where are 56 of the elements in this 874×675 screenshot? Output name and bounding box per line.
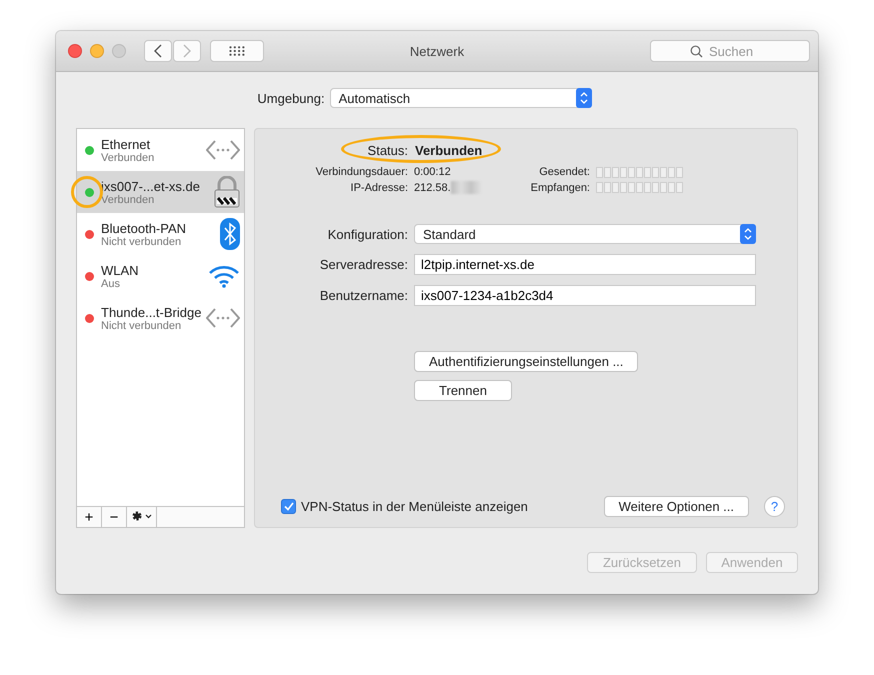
status-label: Status: bbox=[366, 143, 408, 158]
more-options-button[interactable]: Weitere Optionen ... bbox=[604, 496, 749, 517]
service-item[interactable]: ixs007-...et-xs.de Verbunden bbox=[77, 171, 244, 213]
close-button[interactable] bbox=[68, 44, 82, 58]
input-field[interactable]: ixs007-1234-a1b2c3d4 bbox=[414, 285, 756, 306]
ip-label: IP-Adresse: bbox=[350, 182, 408, 194]
ip-value: 212.58. bbox=[414, 182, 451, 194]
service-item[interactable]: WLAN Aus bbox=[77, 255, 244, 297]
checkbox[interactable] bbox=[281, 499, 296, 514]
duration-value: 0:00:12 bbox=[414, 166, 452, 178]
grid-icon bbox=[229, 46, 245, 56]
configuration-select[interactable]: Standard bbox=[414, 224, 756, 244]
service-item[interactable]: Ethernet Verbunden bbox=[77, 129, 244, 171]
field-label: Konfiguration: bbox=[326, 226, 408, 242]
action-button[interactable]: Authentifizierungseinstellungen ... bbox=[414, 351, 638, 372]
service-status: Aus bbox=[101, 278, 121, 290]
checkbox-label: VPN-Status in der Menüleiste anzeigen bbox=[301, 499, 528, 514]
updown-icon bbox=[576, 88, 592, 108]
status-value: Verbunden bbox=[415, 143, 482, 158]
action-button[interactable]: Trennen bbox=[414, 380, 512, 401]
location-select[interactable]: Automatisch bbox=[330, 88, 592, 108]
padlock-icon bbox=[214, 176, 240, 208]
received-label: Empfangen: bbox=[530, 182, 590, 194]
bluetooth-icon bbox=[220, 218, 240, 250]
list-toolbar-button[interactable]: + bbox=[77, 507, 102, 527]
back-button[interactable] bbox=[144, 40, 172, 62]
arrows-icon bbox=[206, 139, 240, 161]
service-item[interactable]: Bluetooth-PAN Nicht verbunden bbox=[77, 213, 244, 255]
service-status: Nicht verbunden bbox=[101, 236, 182, 248]
service-status: Verbunden bbox=[101, 194, 156, 206]
help-button[interactable]: ? bbox=[764, 496, 785, 517]
service-name: Ethernet bbox=[101, 136, 152, 152]
service-item[interactable]: Thunde...t-Bridge Nicht verbunden bbox=[77, 297, 244, 339]
service-status: Verbunden bbox=[101, 152, 156, 164]
duration-label: Verbindungsdauer: bbox=[314, 166, 408, 178]
list-toolbar-button[interactable]: − bbox=[102, 507, 127, 527]
search-icon bbox=[690, 45, 703, 58]
sent-label: Gesendet: bbox=[538, 166, 590, 178]
arrows-icon bbox=[206, 307, 240, 329]
service-name: ixs007-...et-xs.de bbox=[101, 178, 201, 194]
wifi-icon bbox=[208, 264, 240, 288]
search-field[interactable]: Suchen bbox=[650, 40, 810, 62]
service-name: Thunde...t-Bridge bbox=[101, 304, 202, 320]
input-field[interactable]: l2tpip.internet-xs.de bbox=[414, 254, 756, 275]
gear-icon bbox=[130, 510, 152, 522]
window-title: Netzwerk bbox=[410, 44, 464, 58]
service-name: WLAN bbox=[101, 262, 140, 278]
show-all-button[interactable] bbox=[210, 40, 264, 62]
field-label: Serveradresse: bbox=[318, 257, 408, 272]
service-name: Bluetooth-PAN bbox=[101, 220, 188, 236]
service-status: Nicht verbunden bbox=[101, 320, 182, 332]
chevron-right-icon bbox=[183, 44, 191, 58]
location-label: Umgebung: bbox=[257, 90, 325, 106]
chevron-left-icon bbox=[154, 44, 162, 58]
updown-icon bbox=[740, 224, 756, 244]
field-label: Benutzername: bbox=[318, 288, 408, 303]
